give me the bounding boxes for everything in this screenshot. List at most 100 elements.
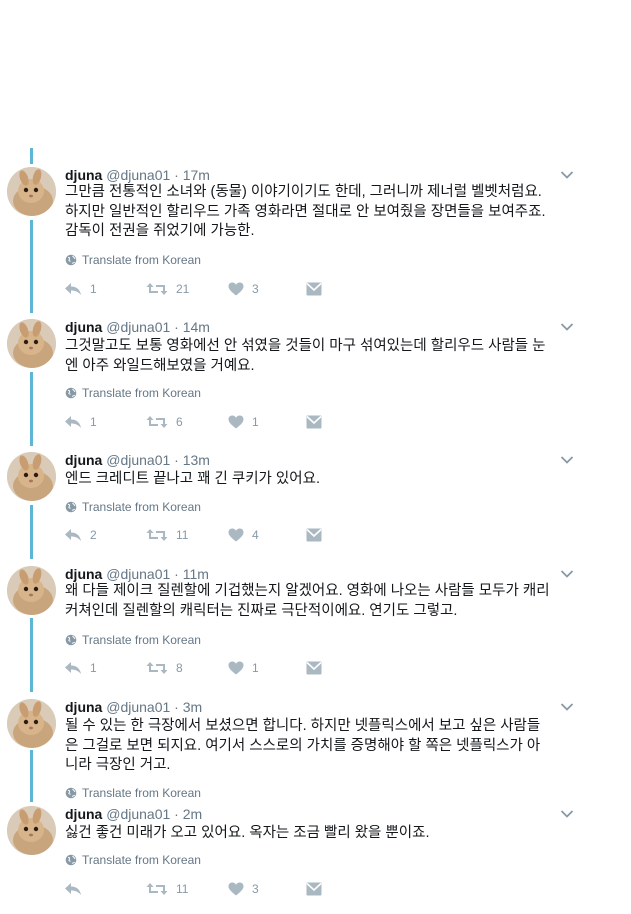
translate-link[interactable]: Translate from Korean xyxy=(65,253,201,267)
like-count: 1 xyxy=(252,415,259,429)
display-name[interactable]: djuna xyxy=(65,167,102,183)
tweet-header: djuna @djuna01 · 11m xyxy=(65,566,209,582)
bunny-avatar-image xyxy=(7,167,56,216)
user-handle[interactable]: @djuna01 xyxy=(106,566,170,582)
separator: · xyxy=(174,566,179,582)
tweet-text-line: 커쳐인데 질렌할의 캐릭터는 진짜로 극단적이에요. 연기도 그렇고. xyxy=(65,602,458,619)
translate-link[interactable]: Translate from Korean xyxy=(65,386,201,400)
avatar[interactable] xyxy=(7,566,56,615)
direct-message-button[interactable] xyxy=(306,528,322,542)
translate-link[interactable]: Translate from Korean xyxy=(65,786,201,800)
direct-message-button[interactable] xyxy=(306,415,322,429)
tweet-text: 왜 다들 제이크 질렌할에 기겁했는지 알겠어요. 영화에 나오는 사람들 모두… xyxy=(65,582,575,621)
like-count: 1 xyxy=(252,661,259,675)
display-name[interactable]: djuna xyxy=(65,319,102,335)
avatar[interactable] xyxy=(7,699,56,748)
like-count: 3 xyxy=(252,282,259,296)
display-name[interactable]: djuna xyxy=(65,452,102,468)
bunny-avatar-image xyxy=(7,319,56,368)
direct-message-button[interactable] xyxy=(306,282,322,296)
tweet: djuna @djuna01 · 13m 엔드 크레디트 끝나고 꽤 긴 쿠키가… xyxy=(0,452,631,552)
retweet-button[interactable]: 6 xyxy=(146,415,183,429)
avatar[interactable] xyxy=(7,167,56,216)
bunny-avatar-image xyxy=(7,452,56,501)
retweet-button[interactable]: 21 xyxy=(146,282,189,296)
reply-button[interactable]: 2 xyxy=(64,528,97,542)
display-name[interactable]: djuna xyxy=(65,566,102,582)
reply-button[interactable] xyxy=(64,882,90,896)
avatar[interactable] xyxy=(7,806,56,855)
tweet-text-line: 왜 다들 제이크 질렌할에 기겁했는지 알겠어요. 영화에 나오는 사람들 모두… xyxy=(65,583,550,599)
retweet-count: 8 xyxy=(176,661,183,675)
retweet-button[interactable]: 11 xyxy=(146,882,188,896)
timestamp[interactable]: 17m xyxy=(183,167,210,183)
tweet-text-line: 감독이 전권을 쥐었기에 가능한. xyxy=(65,223,255,239)
user-handle[interactable]: @djuna01 xyxy=(106,452,170,468)
user-handle[interactable]: @djuna01 xyxy=(106,806,170,822)
tweet: djuna @djuna01 · 17m 그만큼 전통적인 소녀와 (동물) 이… xyxy=(0,167,631,307)
translate-link[interactable]: Translate from Korean xyxy=(65,633,201,647)
envelope-icon xyxy=(306,282,322,296)
tweet: djuna @djuna01 · 11m 왜 다들 제이크 질렌할에 기겁했는지… xyxy=(0,566,631,686)
separator: · xyxy=(174,319,179,335)
chevron-down-icon[interactable] xyxy=(560,702,574,712)
chevron-down-icon[interactable] xyxy=(560,455,574,465)
tweet-header: djuna @djuna01 · 17m xyxy=(65,167,210,183)
display-name[interactable]: djuna xyxy=(65,806,102,822)
avatar[interactable] xyxy=(7,452,56,501)
user-handle[interactable]: @djuna01 xyxy=(106,699,170,715)
tweet-text-line: 니라 극장인 거고. xyxy=(65,757,171,773)
tweet-text-line: 될 수 있는 한 극장에서 보셨으면 합니다. 하지만 넷플릭스에서 보고 싶은… xyxy=(65,718,541,734)
chevron-down-icon[interactable] xyxy=(560,170,574,180)
tweet-text: 엔드 크레디트 끝나고 꽤 긴 쿠키가 있어요. xyxy=(65,470,575,490)
globe-icon xyxy=(65,254,77,266)
globe-icon xyxy=(65,634,77,646)
timestamp[interactable]: 14m xyxy=(183,319,210,335)
retweet-icon xyxy=(146,661,168,675)
reply-button[interactable]: 1 xyxy=(64,661,97,675)
tweet-text-line: 엔드 크레디트 끝나고 꽤 긴 쿠키가 있어요. xyxy=(65,471,320,487)
reply-button[interactable]: 1 xyxy=(64,415,97,429)
tweet: djuna @djuna01 · 2m 싫건 좋건 미래가 오고 있어요. 옥자… xyxy=(0,806,631,914)
tweet-actions: 2 11 4 xyxy=(64,528,364,548)
translate-link[interactable]: Translate from Korean xyxy=(65,853,201,867)
chevron-down-icon[interactable] xyxy=(560,569,574,579)
timestamp[interactable]: 2m xyxy=(183,806,202,822)
timestamp[interactable]: 13m xyxy=(183,452,210,468)
translate-link[interactable]: Translate from Korean xyxy=(65,500,201,514)
timestamp[interactable]: 3m xyxy=(183,699,202,715)
like-button[interactable]: 4 xyxy=(228,528,259,542)
heart-icon xyxy=(228,282,244,296)
avatar[interactable] xyxy=(7,319,56,368)
separator: · xyxy=(174,699,179,715)
retweet-button[interactable]: 8 xyxy=(146,661,183,675)
like-button[interactable]: 3 xyxy=(228,882,259,896)
globe-icon xyxy=(65,501,77,513)
user-handle[interactable]: @djuna01 xyxy=(106,319,170,335)
reply-count: 1 xyxy=(90,282,97,296)
tweet-text-line: 하지만 일반적인 할리우드 가족 영화라면 절대로 안 보여줬을 장면들을 보여… xyxy=(65,203,546,220)
chevron-down-icon[interactable] xyxy=(560,322,574,332)
chevron-down-icon[interactable] xyxy=(560,809,574,819)
heart-icon xyxy=(228,661,244,675)
like-button[interactable]: 1 xyxy=(228,415,259,429)
separator: · xyxy=(174,167,179,183)
translate-label: Translate from Korean xyxy=(82,386,201,400)
reply-icon xyxy=(64,528,82,542)
translate-label: Translate from Korean xyxy=(82,853,201,867)
translate-label: Translate from Korean xyxy=(82,253,201,267)
like-button[interactable]: 3 xyxy=(228,282,259,296)
display-name[interactable]: djuna xyxy=(65,699,102,715)
translate-label: Translate from Korean xyxy=(82,633,201,647)
reply-button[interactable]: 1 xyxy=(64,282,97,296)
globe-icon xyxy=(65,854,77,866)
direct-message-button[interactable] xyxy=(306,882,322,896)
like-button[interactable]: 1 xyxy=(228,661,259,675)
direct-message-button[interactable] xyxy=(306,661,322,675)
reply-count: 2 xyxy=(90,528,97,542)
user-handle[interactable]: @djuna01 xyxy=(106,167,170,183)
timestamp[interactable]: 11m xyxy=(183,566,209,582)
heart-icon xyxy=(228,528,244,542)
retweet-button[interactable]: 11 xyxy=(146,528,188,542)
bunny-avatar-image xyxy=(7,699,56,748)
